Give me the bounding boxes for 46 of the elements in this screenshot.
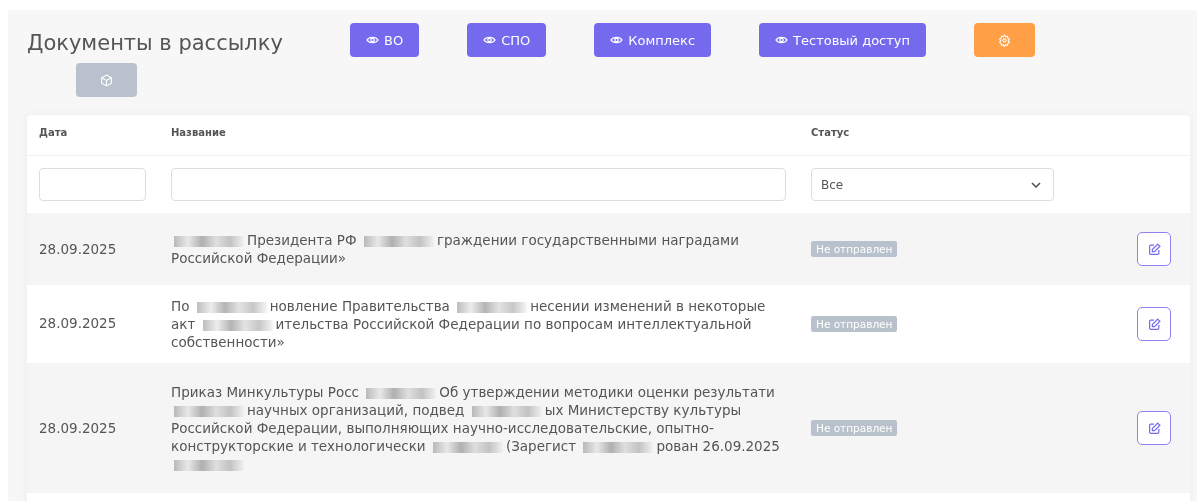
cube-icon (100, 73, 113, 87)
pixelated-redaction (457, 301, 528, 313)
eye-icon (610, 35, 624, 45)
edit-icon (1147, 421, 1161, 435)
page-title: Документы в рассылку (27, 31, 284, 55)
pixelated-redaction (174, 235, 244, 247)
view-button[interactable]: Комплекс (594, 23, 712, 57)
status-badge: Не отправлен (811, 420, 898, 436)
edit-icon (1147, 242, 1161, 256)
pixelated-redaction (202, 319, 273, 331)
pixelated-redaction (363, 235, 434, 247)
column-header: Дата (27, 115, 159, 156)
settings-icon (998, 33, 1012, 47)
chevron-down-icon (1031, 181, 1041, 188)
eye-icon (366, 35, 379, 45)
pixelated-redaction (174, 459, 244, 471)
date-cell: 28.09.2025 (39, 420, 117, 436)
edit-button[interactable] (1137, 307, 1171, 341)
date-filter-field[interactable] (39, 168, 146, 201)
document-title: По новление Правительства несении изменений в некоторые акт ительства Российской Федерации по вопросам интеллектуальной собственности» (171, 297, 767, 351)
eye-icon (775, 35, 789, 45)
pixelated-redaction (196, 301, 267, 313)
pixelated-redaction (432, 441, 503, 453)
document-title: Приказ Минкультуры Росс Об утверждении методики оценки результати научных организаций, подвед ых Министерству культуры Российской Федерации, выполняющих научно-исследовательские, опытно-конструкторские и технологически (Зарегист рован 26.09.2025 (171, 383, 787, 473)
title-filter-field[interactable] (171, 168, 786, 201)
edit-icon (1147, 317, 1161, 331)
status-badge: Не отправлен (811, 241, 898, 257)
column-header: Статус (799, 115, 1125, 156)
pixelated-redaction (583, 441, 654, 453)
view-button[interactable]: СПО (467, 23, 547, 57)
edit-button[interactable] (1137, 411, 1171, 445)
column-header: Название (159, 115, 799, 156)
status-badge: Не отправлен (811, 316, 898, 332)
pixelated-redaction (471, 405, 542, 417)
date-cell: 28.09.2025 (39, 315, 117, 331)
view-button[interactable]: ВО (350, 23, 420, 57)
edit-button[interactable] (1137, 232, 1171, 266)
eye-icon (483, 35, 497, 45)
pixelated-redaction (366, 387, 437, 399)
status-select[interactable]: Все (811, 168, 1054, 201)
view-button[interactable]: Тестовый доступ (759, 23, 927, 57)
pixelated-redaction (174, 405, 244, 417)
cube-button[interactable] (76, 63, 137, 97)
date-cell: 28.09.2025 (39, 241, 117, 257)
document-title: Президента РФ граждении государственными наградами Российской Федерации» (171, 231, 740, 267)
settings-button[interactable] (974, 23, 1036, 57)
